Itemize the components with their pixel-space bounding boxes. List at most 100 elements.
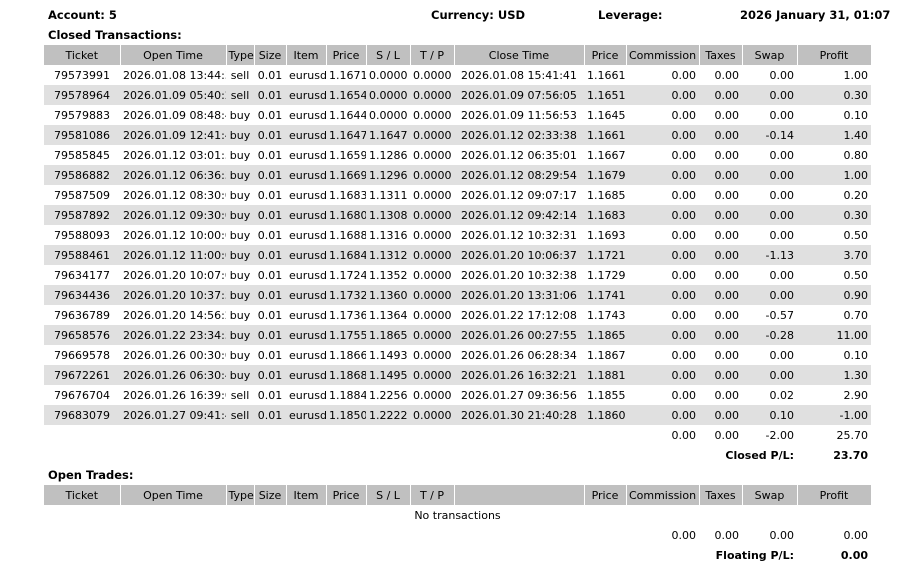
table-cell: 0.01	[254, 365, 286, 385]
table-cell: 1.1884	[329, 388, 366, 402]
table-cell: 79672261	[44, 365, 120, 385]
table-cell: 0.00	[671, 388, 697, 402]
table-cell: 2026.01.12 09:07:17	[461, 188, 577, 202]
table-cell: 0.00	[626, 365, 699, 385]
table-cell: 0.02	[769, 388, 795, 402]
table-row: 796830792026.01.27 09:41:47sell0.01eurus…	[44, 405, 871, 425]
table-cell: 0.0000	[410, 85, 454, 105]
table-row: 79573991 2026.01.08 13:44:35 sell 0.01 eurus…	[44, 65, 871, 85]
table-cell: 1.1667	[587, 148, 626, 162]
table-cell: 2026.01.22 23:34:33	[120, 325, 226, 345]
table-cell: 0.10	[742, 405, 797, 425]
table-cell: 0.10	[843, 348, 869, 362]
closed-total-swap: -2.00	[765, 428, 794, 442]
table-cell: 2026.01.09 07:56:05	[454, 85, 584, 105]
table-cell: 0.00	[714, 188, 740, 202]
table-cell: 0.00	[769, 148, 795, 162]
table-row: 79579883 2026.01.09 08:48:42buy 0.01 eurusd…	[44, 105, 871, 125]
closed-col-header: Open Time	[120, 45, 227, 65]
table-cell: 79676704	[54, 388, 110, 402]
table-cell: 0.00	[714, 348, 740, 362]
table-cell: buy	[226, 125, 254, 145]
table-cell: 0.10	[843, 108, 869, 122]
leverage-label: Leverage:	[598, 8, 663, 22]
account-label: Account: 5	[48, 8, 117, 22]
table-cell: buy	[226, 245, 254, 265]
table-cell: sell	[226, 85, 254, 105]
table-cell: 79581086	[44, 125, 120, 145]
table-cell: 1.1286	[369, 148, 408, 162]
table-row: 795789642026.01.09 05:40:24sell0.01eurus…	[44, 85, 871, 105]
table-cell: 1.1865	[366, 325, 410, 345]
table-cell: 2026.01.09 12:41:49	[120, 125, 226, 145]
table-cell: 0.00	[714, 268, 740, 282]
table-cell: buy	[229, 148, 251, 162]
open-trades-table: Ticket Open Time Type Size Item Price S / LT /…	[44, 485, 872, 565]
table-cell: eurusd	[286, 125, 326, 145]
table-row: 79669578 2026.01.26 00:30:06buy 0.01 eurusd…	[44, 345, 871, 365]
table-cell: 2026.01.12 08:30:03	[123, 188, 226, 202]
table-cell: 11.00	[797, 325, 871, 345]
table-cell: 0.00	[714, 148, 740, 162]
open-col-header: Size	[254, 485, 287, 505]
table-cell: 79636789	[54, 308, 110, 322]
table-cell: 0.0000	[369, 68, 408, 82]
closed-col-header: Item	[286, 45, 327, 65]
table-cell: 0.01	[254, 125, 286, 145]
closed-body: 795739912026.01.08 13:44:35sell0.01eurus…	[44, 65, 871, 425]
table-cell: eurusd	[289, 388, 326, 402]
table-row: 79588093 2026.01.12 10:00:03buy 0.01 eurusd…	[44, 225, 871, 245]
table-cell: 0.00	[714, 308, 740, 322]
table-cell: 1.1654	[326, 85, 366, 105]
table-cell: 2026.01.12 09:42:14	[454, 205, 584, 225]
closed-pl-value: 23.70	[833, 448, 868, 462]
table-cell: 0.00	[671, 68, 697, 82]
table-cell: 1.1688	[329, 228, 366, 242]
table-cell: 0.0000	[410, 325, 454, 345]
table-cell: 2026.01.20 10:32:38	[461, 268, 577, 282]
table-cell: 0.01	[257, 68, 283, 82]
table-cell: eurusd	[286, 85, 326, 105]
table-cell: 0.00	[699, 405, 742, 425]
table-cell: 0.00	[671, 268, 697, 282]
table-cell: 2026.01.22 17:12:08	[461, 308, 577, 322]
table-cell: 79588461	[44, 245, 120, 265]
table-cell: 2026.01.20 13:31:06	[454, 285, 584, 305]
table-cell: 0.00	[769, 228, 795, 242]
table-cell: 0.0000	[413, 308, 452, 322]
table-cell: 79585845	[54, 148, 110, 162]
table-cell: 1.1755	[326, 325, 366, 345]
closed-total-commission: 0.00	[671, 428, 697, 442]
table-cell: 0.01	[254, 285, 286, 305]
closed-col-header: Commission	[626, 45, 700, 65]
table-cell: buy	[226, 165, 254, 185]
table-cell: 0.00	[769, 348, 795, 362]
table-cell: eurusd	[289, 308, 326, 322]
table-row: 795878922026.01.12 09:30:04buy0.01eurusd…	[44, 205, 871, 225]
table-cell: 0.00	[626, 245, 699, 265]
table-cell: 0.00	[769, 268, 795, 282]
table-cell: 0.00	[671, 228, 697, 242]
table-cell: 79587892	[44, 205, 120, 225]
open-col-header: Type	[226, 485, 255, 505]
table-row: 795884612026.01.12 11:00:03buy0.01eurusd…	[44, 245, 871, 265]
open-total-profit: 0.00	[843, 528, 869, 542]
table-cell: 0.00	[714, 108, 740, 122]
table-cell: 79578964	[44, 85, 120, 105]
table-cell: buy	[229, 348, 251, 362]
table-cell: 1.1683	[329, 188, 366, 202]
table-cell: 0.70	[843, 308, 869, 322]
table-cell: 1.1867	[587, 348, 626, 362]
closed-pl-row: Closed P/L: 23.70	[44, 445, 871, 465]
table-cell: 0.0000	[413, 188, 452, 202]
table-row: 796585762026.01.22 23:34:33buy0.01eurusd…	[44, 325, 871, 345]
table-cell: 0.30	[797, 205, 871, 225]
open-col-header: Item	[286, 485, 327, 505]
table-cell: 2026.01.09 08:48:42	[123, 108, 226, 122]
table-cell: 79634436	[44, 285, 120, 305]
table-cell: 0.00	[742, 365, 797, 385]
table-cell: 79634177	[54, 268, 110, 282]
table-cell: 0.0000	[410, 285, 454, 305]
table-cell: 0.0000	[410, 205, 454, 225]
table-row: 796722612026.01.26 06:30:47buy0.01eurusd…	[44, 365, 871, 385]
